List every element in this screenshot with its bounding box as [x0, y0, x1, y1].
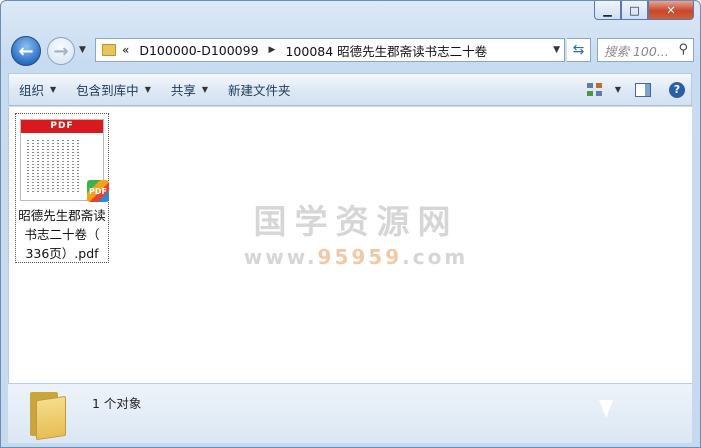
pdf-thumbnail-header: PDF	[21, 120, 103, 133]
pdf-icon: PDF	[87, 180, 109, 202]
organize-label: 组织	[19, 83, 45, 98]
folder-icon	[102, 44, 116, 56]
chevron-down-icon: ▼	[50, 85, 57, 94]
file-name-line: 昭德先生郡斋读	[18, 208, 106, 223]
watermark-title: 国学资源网	[253, 202, 459, 241]
new-folder-label: 新建文件夹	[228, 83, 291, 98]
watermark-url-prefix: www.	[243, 245, 318, 269]
preview-pane-icon[interactable]	[635, 82, 651, 97]
watermark-url: www.95959.com	[241, 245, 471, 269]
search-input[interactable]: 搜索 100... ⚲	[597, 38, 694, 62]
breadcrumb-separator-icon[interactable]: ▶	[269, 45, 276, 55]
chevron-down-icon: ▼	[201, 85, 209, 94]
search-placeholder: 搜索 100...	[604, 43, 669, 59]
address-dropdown-icon[interactable]: ▼	[553, 45, 560, 55]
watermark-url-suffix: .com	[402, 245, 469, 269]
watermark-url-highlight: 95959	[317, 245, 403, 269]
include-in-library-menu[interactable]: 包含到库中 ▼	[66, 74, 161, 105]
help-icon[interactable]: ?	[669, 81, 685, 98]
share-label: 共享	[170, 83, 196, 98]
navigation-bar: ← → ▼ « D100000-D100099 ▶ 100084 昭德先生郡斋读…	[9, 35, 694, 66]
explorer-window: ▁ □ ✕ ← → ▼ « D100000-D100099 ▶ 100084 昭…	[0, 0, 701, 448]
new-folder-button[interactable]: 新建文件夹	[218, 74, 301, 105]
caption-buttons: ▁ □ ✕	[594, 1, 694, 20]
file-name-line: 336页）.pdf	[25, 246, 99, 261]
breadcrumb-overflow[interactable]: «	[122, 43, 129, 57]
address-bar[interactable]: « D100000-D100099 ▶ 100084 昭德先生郡斋读书志二十卷 …	[95, 38, 565, 62]
views-icon[interactable]	[586, 82, 603, 97]
folder-icon	[28, 392, 68, 441]
views-dropdown-icon[interactable]: ▼	[615, 85, 621, 94]
pdf-thumbnail: PDF PDF	[20, 119, 109, 202]
forward-button[interactable]: →	[47, 37, 75, 65]
chevron-down-icon: ▼	[144, 85, 151, 94]
search-icon[interactable]: ⚲	[678, 42, 688, 57]
watermark: 国学资源网 www.95959.com	[241, 195, 471, 269]
recent-pages-dropdown[interactable]: ▼	[79, 45, 86, 55]
file-list[interactable]: PDF PDF 昭德先生郡斋读 书志二十卷（ 336页）.pdf 国学资源网 w…	[8, 107, 692, 383]
file-name-line: 书志二十卷（	[24, 227, 100, 242]
mouse-cursor-icon	[599, 400, 613, 418]
refresh-button[interactable]: ⇆	[567, 38, 591, 62]
object-count: 1 个对象	[92, 396, 142, 411]
file-item[interactable]: PDF PDF 昭德先生郡斋读 书志二十卷（ 336页）.pdf	[15, 113, 109, 263]
file-name: 昭德先生郡斋读 书志二十卷（ 336页）.pdf	[16, 206, 108, 263]
command-bar: 组织 ▼ 包含到库中 ▼ 共享 ▼ 新建文件夹 ▼ ?	[8, 73, 692, 106]
maximize-button[interactable]: □	[621, 1, 648, 20]
toolbar-right-group: ▼ ?	[586, 74, 685, 105]
breadcrumb-item[interactable]: D100000-D100099	[139, 43, 258, 58]
breadcrumb-item-current[interactable]: 100084 昭德先生郡斋读书志二十卷	[285, 41, 487, 60]
organize-menu[interactable]: 组织 ▼	[9, 74, 66, 105]
minimize-button[interactable]: ▁	[594, 1, 621, 20]
close-button[interactable]: ✕	[648, 1, 694, 20]
include-in-library-label: 包含到库中	[76, 83, 139, 98]
pdf-thumbnail-text	[27, 140, 83, 196]
share-menu[interactable]: 共享 ▼	[161, 74, 218, 105]
details-pane: 1 个对象	[8, 383, 692, 443]
back-button[interactable]: ←	[11, 36, 41, 66]
refresh-icon: ⇆	[572, 42, 585, 58]
